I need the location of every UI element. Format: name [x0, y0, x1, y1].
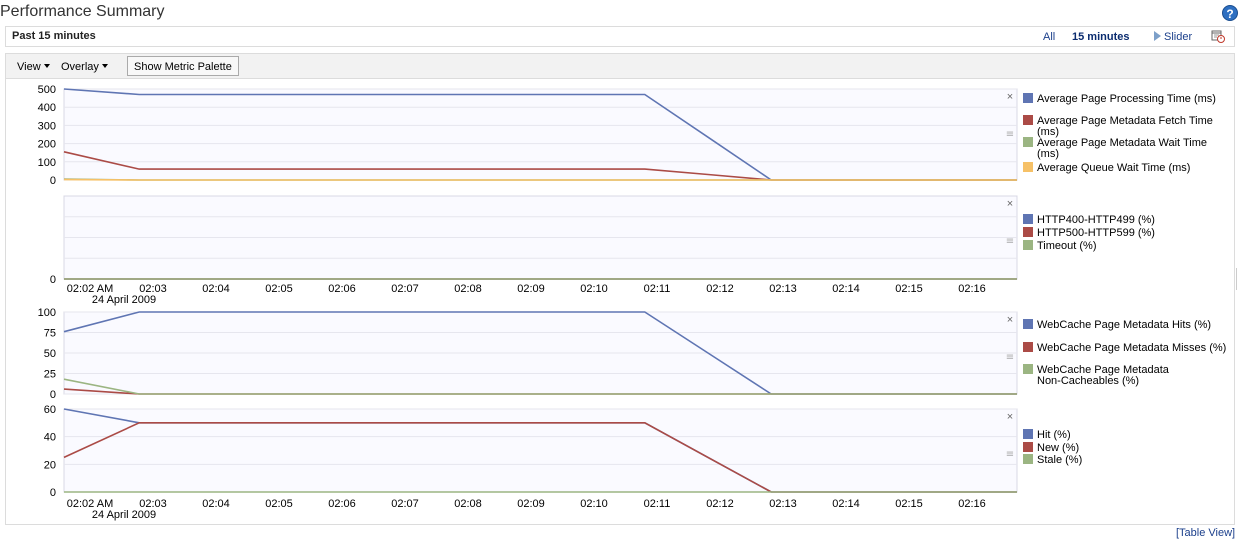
y-tick-label: 50 — [44, 348, 56, 360]
legend-label: Stale (%) — [1037, 454, 1082, 466]
x-tick-label: 02:08 — [454, 283, 482, 295]
x-tick-label: 02:13 — [769, 283, 797, 295]
legend-label: WebCache Page Metadata Non-Cacheables (%) — [1037, 364, 1170, 387]
x-tick-label: 02:08 — [454, 498, 482, 510]
y-tick-label: 500 — [38, 84, 56, 96]
x-tick-label: 02:07 — [391, 498, 419, 510]
close-icon[interactable]: × — [1007, 411, 1013, 423]
scrollbar-edge[interactable] — [1236, 268, 1241, 290]
legend-label: HTTP400-HTTP499 (%) — [1037, 214, 1155, 226]
legend-label: Timeout (%) — [1037, 240, 1097, 252]
plot-area-1 — [63, 88, 1018, 181]
y-tick-label: 0 — [50, 389, 56, 401]
y-tick-label: 60 — [44, 404, 56, 416]
y-tick-label: 20 — [44, 459, 56, 471]
legend-swatch — [1023, 137, 1033, 147]
x-tick-label: 02:06 — [328, 283, 356, 295]
y-tick-label: 0 — [50, 175, 56, 187]
legend-swatch — [1023, 93, 1033, 103]
legend-swatch — [1023, 342, 1033, 352]
legend-label: New (%) — [1037, 442, 1079, 454]
legend-swatch — [1023, 115, 1033, 125]
legend-label: WebCache Page Metadata Hits (%) — [1037, 319, 1211, 331]
legend-swatch — [1023, 429, 1033, 439]
x-tick-label: 02:10 — [580, 498, 608, 510]
drag-handle-icon[interactable]: ≡ — [1006, 129, 1014, 140]
x-tick-label: 02:10 — [580, 283, 608, 295]
x-tick-label: 02:11 — [644, 283, 671, 295]
x-tick-label: 02:15 — [895, 498, 923, 510]
plot-area-4 — [63, 408, 1018, 493]
y-tick-label: 300 — [38, 120, 56, 132]
x-axis-date-label: 24 April 2009 — [92, 509, 156, 521]
y-tick-label: 75 — [44, 328, 56, 340]
legend-swatch — [1023, 240, 1033, 250]
legend-label: Hit (%) — [1037, 429, 1071, 441]
y-tick-label: 200 — [38, 139, 56, 151]
y-tick-label: 100 — [38, 307, 56, 319]
x-tick-label: 02:09 — [517, 283, 545, 295]
legend-swatch — [1023, 162, 1033, 172]
legend-swatch — [1023, 454, 1033, 464]
x-tick-label: 02:09 — [517, 498, 545, 510]
y-tick-label: 0 — [50, 274, 56, 286]
drag-handle-icon[interactable]: ≡ — [1006, 449, 1014, 460]
x-axis-date-label: 24 April 2009 — [92, 294, 156, 306]
table-view-link[interactable]: [Table View] — [1176, 527, 1235, 539]
legend-swatch — [1023, 227, 1033, 237]
legend-label: Average Page Metadata Wait Time (ms) — [1037, 137, 1207, 160]
legend-swatch — [1023, 442, 1033, 452]
legend-label: WebCache Page Metadata Misses (%) — [1037, 342, 1226, 354]
x-tick-label: 02:06 — [328, 498, 356, 510]
y-tick-label: 100 — [38, 157, 56, 169]
legend-label: HTTP500-HTTP599 (%) — [1037, 227, 1155, 239]
close-icon[interactable]: × — [1007, 314, 1013, 326]
legend-label: Average Queue Wait Time (ms) — [1037, 162, 1190, 174]
y-tick-label: 400 — [38, 102, 56, 114]
legend-swatch — [1023, 214, 1033, 224]
x-tick-label: 02:11 — [644, 498, 671, 510]
y-tick-label: 40 — [44, 432, 56, 444]
legend-label: Average Page Processing Time (ms) — [1037, 93, 1216, 105]
close-icon[interactable]: × — [1007, 198, 1013, 210]
x-tick-label: 02:16 — [958, 283, 986, 295]
x-tick-label: 02:14 — [832, 498, 860, 510]
y-tick-label: 25 — [44, 369, 56, 381]
legend-label: Average Page Metadata Fetch Time (ms) — [1037, 115, 1213, 138]
x-tick-label: 02:12 — [706, 283, 734, 295]
x-tick-label: 02:05 — [265, 283, 293, 295]
x-tick-label: 02:14 — [832, 283, 860, 295]
x-tick-label: 02:16 — [958, 498, 986, 510]
x-tick-label: 02:04 — [202, 283, 230, 295]
drag-handle-icon[interactable]: ≡ — [1006, 352, 1014, 363]
legend-swatch — [1023, 319, 1033, 329]
charts-canvas: ×≡0100200300400500Average Page Processin… — [38, 84, 1227, 521]
y-tick-label: 0 — [50, 487, 56, 499]
x-tick-label: 02:05 — [265, 498, 293, 510]
x-tick-label: 02:04 — [202, 498, 230, 510]
close-icon[interactable]: × — [1007, 91, 1013, 103]
x-tick-label: 02:12 — [706, 498, 734, 510]
x-tick-label: 02:13 — [769, 498, 797, 510]
x-tick-label: 02:15 — [895, 283, 923, 295]
x-tick-label: 02:07 — [391, 283, 419, 295]
legend-swatch — [1023, 364, 1033, 374]
